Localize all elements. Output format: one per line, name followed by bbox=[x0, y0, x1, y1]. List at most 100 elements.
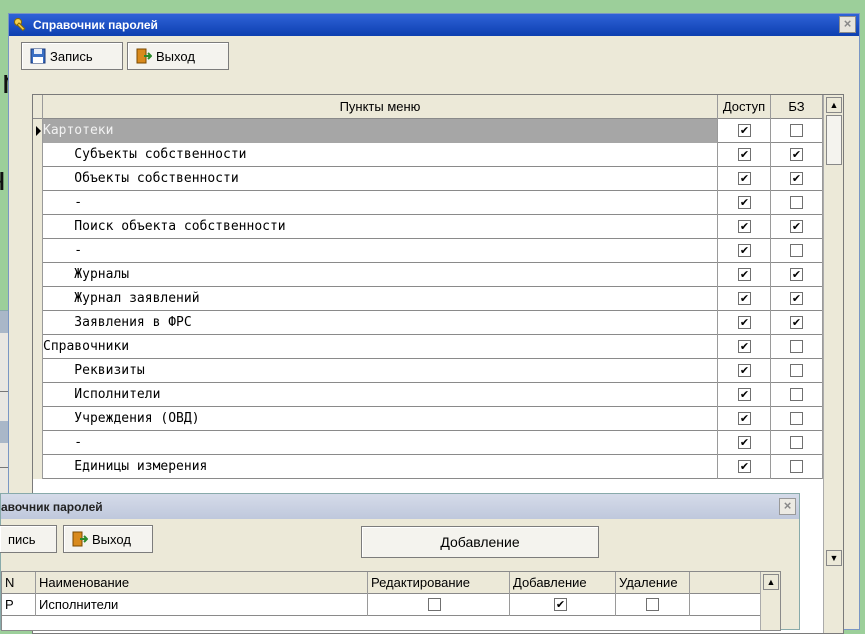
access-checkbox[interactable]: ✔ bbox=[738, 436, 751, 449]
column-add[interactable]: Добавление bbox=[510, 572, 616, 594]
delete-checkbox[interactable] bbox=[646, 598, 659, 611]
access-checkbox[interactable]: ✔ bbox=[738, 364, 751, 377]
table-row[interactable]: Субъекты собственности ✔ ✔ bbox=[33, 143, 833, 167]
row-indicator[interactable] bbox=[33, 455, 43, 479]
bz-cell: ✔ bbox=[771, 287, 823, 311]
access-checkbox[interactable]: ✔ bbox=[738, 124, 751, 137]
table-row[interactable]: - ✔ bbox=[33, 239, 833, 263]
add-checkbox[interactable]: ✔ bbox=[554, 598, 567, 611]
row-indicator[interactable] bbox=[33, 239, 43, 263]
row-indicator[interactable] bbox=[33, 287, 43, 311]
table-row[interactable]: Объекты собственности ✔ ✔ bbox=[33, 167, 833, 191]
access-checkbox[interactable]: ✔ bbox=[738, 196, 751, 209]
bz-checkbox[interactable] bbox=[790, 412, 803, 425]
scroll-up-arrow-icon[interactable]: ▲ bbox=[826, 97, 842, 113]
access-checkbox[interactable]: ✔ bbox=[738, 244, 751, 257]
row-indicator[interactable] bbox=[33, 143, 43, 167]
table-row[interactable]: - ✔ bbox=[33, 431, 833, 455]
vertical-scrollbar-2[interactable]: ▲ bbox=[760, 572, 780, 630]
access-checkbox[interactable]: ✔ bbox=[738, 412, 751, 425]
bz-checkbox[interactable] bbox=[790, 244, 803, 257]
column-bz[interactable]: БЗ bbox=[771, 95, 823, 119]
row-indicator[interactable] bbox=[33, 359, 43, 383]
bz-checkbox[interactable] bbox=[790, 196, 803, 209]
table-row[interactable]: Поиск объекта собственности ✔ ✔ bbox=[33, 215, 833, 239]
table-row[interactable]: Единицы измерения ✔ bbox=[33, 455, 833, 479]
bz-cell: ✔ bbox=[771, 167, 823, 191]
column-delete[interactable]: Удаление bbox=[616, 572, 690, 594]
row-indicator[interactable] bbox=[33, 311, 43, 335]
access-checkbox[interactable]: ✔ bbox=[738, 148, 751, 161]
table-row[interactable]: - ✔ bbox=[33, 191, 833, 215]
row-indicator[interactable] bbox=[33, 215, 43, 239]
close-button-2[interactable]: × bbox=[779, 498, 796, 515]
access-checkbox[interactable]: ✔ bbox=[738, 172, 751, 185]
bz-checkbox[interactable] bbox=[790, 124, 803, 137]
table-row[interactable]: Заявления в ФРС ✔ ✔ bbox=[33, 311, 833, 335]
access-checkbox[interactable]: ✔ bbox=[738, 340, 751, 353]
access-checkbox[interactable]: ✔ bbox=[738, 292, 751, 305]
bz-checkbox[interactable] bbox=[790, 340, 803, 353]
table-row[interactable]: Картотеки ✔ bbox=[33, 119, 833, 143]
bz-checkbox[interactable] bbox=[790, 436, 803, 449]
edit-checkbox[interactable] bbox=[428, 598, 441, 611]
row-pointer-icon bbox=[36, 126, 41, 136]
table-row[interactable]: P Исполнители ✔ bbox=[2, 594, 762, 616]
access-checkbox[interactable]: ✔ bbox=[738, 388, 751, 401]
table-row[interactable]: Справочники ✔ bbox=[33, 335, 833, 359]
menu-item-name: Справочники bbox=[43, 335, 718, 359]
bz-checkbox[interactable]: ✔ bbox=[790, 292, 803, 305]
row-indicator[interactable] bbox=[33, 335, 43, 359]
indicator-header bbox=[33, 95, 43, 119]
row-indicator[interactable] bbox=[33, 191, 43, 215]
table-row[interactable]: Журнал заявлений ✔ ✔ bbox=[33, 287, 833, 311]
bz-checkbox[interactable]: ✔ bbox=[790, 316, 803, 329]
access-checkbox[interactable]: ✔ bbox=[738, 460, 751, 473]
vertical-scrollbar[interactable]: ▲ ▼ bbox=[823, 95, 843, 633]
bz-checkbox[interactable] bbox=[790, 388, 803, 401]
scroll-down-arrow-icon[interactable]: ▼ bbox=[826, 550, 842, 566]
add-button[interactable]: Добавление bbox=[361, 526, 599, 558]
bz-cell bbox=[771, 191, 823, 215]
exit-button[interactable]: Выход bbox=[127, 42, 229, 70]
access-cell: ✔ bbox=[718, 311, 771, 335]
row-indicator[interactable] bbox=[33, 167, 43, 191]
row-indicator[interactable] bbox=[33, 407, 43, 431]
save-label-2: пись bbox=[8, 531, 36, 547]
table-row[interactable]: Учреждения (ОВД) ✔ bbox=[33, 407, 833, 431]
bz-cell: ✔ bbox=[771, 263, 823, 287]
access-checkbox[interactable]: ✔ bbox=[738, 316, 751, 329]
row-indicator[interactable] bbox=[33, 119, 43, 143]
menu-item-name: Единицы измерения bbox=[43, 455, 718, 479]
floppy-disk-icon bbox=[30, 48, 46, 64]
column-name[interactable]: Наименование bbox=[36, 572, 368, 594]
window-title: Справочник паролей bbox=[33, 18, 158, 32]
table-row[interactable]: Реквизиты ✔ bbox=[33, 359, 833, 383]
row-indicator[interactable] bbox=[33, 263, 43, 287]
exit-button-2[interactable]: Выход bbox=[63, 525, 153, 553]
row-indicator[interactable] bbox=[33, 383, 43, 407]
scroll-up-arrow-icon[interactable]: ▲ bbox=[763, 574, 779, 590]
bz-checkbox[interactable]: ✔ bbox=[790, 148, 803, 161]
row-indicator[interactable] bbox=[33, 431, 43, 455]
close-button[interactable]: × bbox=[839, 16, 856, 33]
table-row[interactable]: Исполнители ✔ bbox=[33, 383, 833, 407]
column-n[interactable]: N bbox=[2, 572, 36, 594]
access-checkbox[interactable]: ✔ bbox=[738, 220, 751, 233]
save-button-2[interactable]: пись bbox=[0, 525, 57, 553]
bz-checkbox[interactable]: ✔ bbox=[790, 220, 803, 233]
save-button[interactable]: Запись bbox=[21, 42, 123, 70]
column-access[interactable]: Доступ bbox=[718, 95, 771, 119]
scroll-thumb[interactable] bbox=[826, 115, 842, 165]
bz-checkbox[interactable]: ✔ bbox=[790, 268, 803, 281]
menu-item-name: Субъекты собственности bbox=[43, 143, 718, 167]
column-edit[interactable]: Редактирование bbox=[368, 572, 510, 594]
access-checkbox[interactable]: ✔ bbox=[738, 268, 751, 281]
bz-checkbox[interactable]: ✔ bbox=[790, 172, 803, 185]
table-row[interactable]: Журналы ✔ ✔ bbox=[33, 263, 833, 287]
bz-checkbox[interactable] bbox=[790, 364, 803, 377]
column-menu-items[interactable]: Пункты меню bbox=[43, 95, 718, 119]
add-cell: ✔ bbox=[510, 594, 616, 616]
save-label: Запись bbox=[50, 48, 93, 64]
bz-checkbox[interactable] bbox=[790, 460, 803, 473]
